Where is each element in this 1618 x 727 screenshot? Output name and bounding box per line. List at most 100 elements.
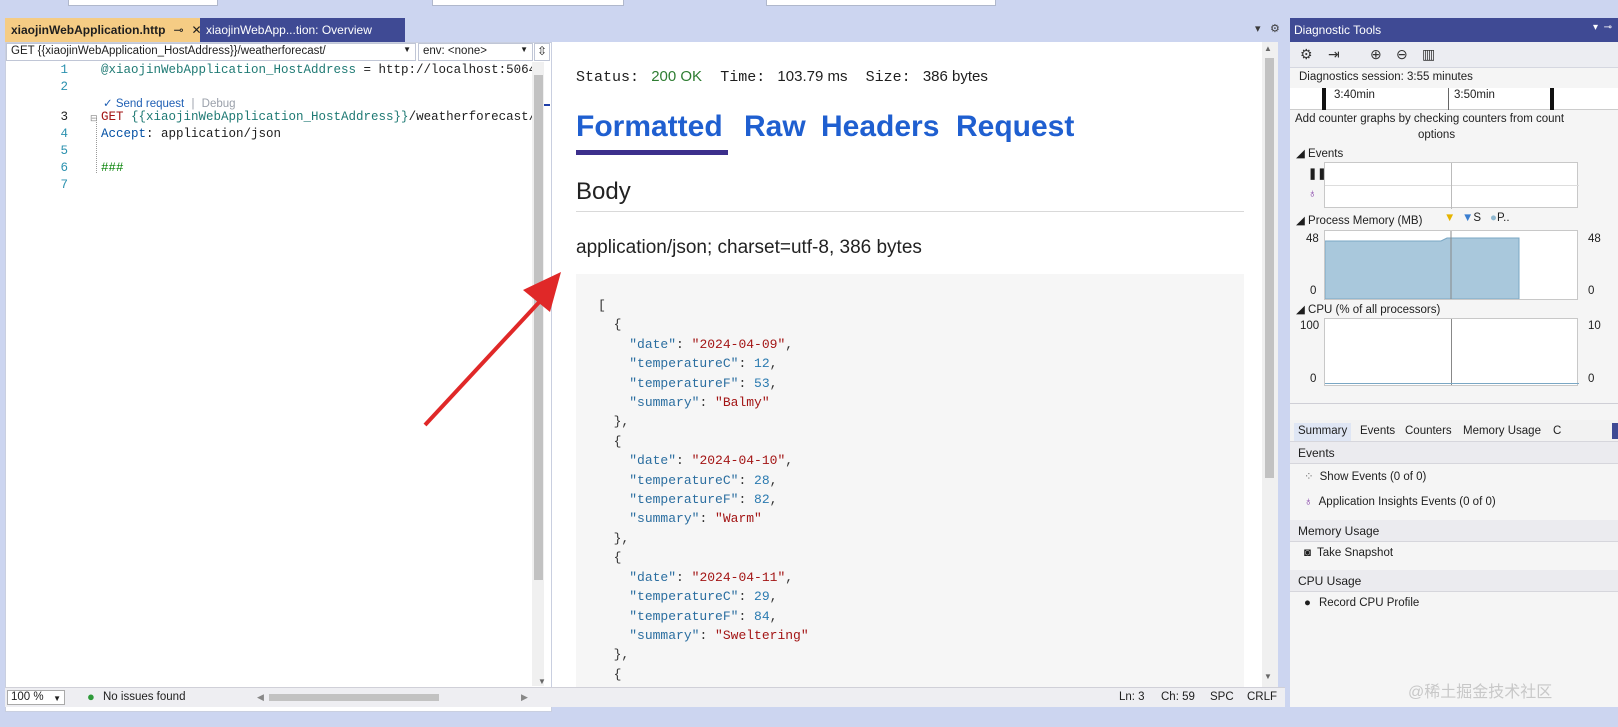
tab-http-file[interactable]: xiaojinWebApplication.http ⊸ ✕ [5, 18, 202, 42]
tab-formatted[interactable]: Formatted [576, 110, 723, 144]
code-line-6[interactable]: ### [101, 161, 124, 175]
tab-events[interactable]: Events [1356, 423, 1399, 441]
session-duration: Diagnostics session: 3:55 minutes [1299, 71, 1473, 83]
zoom-out-icon[interactable]: ⊖ [1396, 46, 1408, 63]
send-request-link[interactable]: Send request [116, 98, 184, 110]
time-tick-label: 3:40min [1334, 89, 1375, 101]
line-number: 4 [60, 127, 68, 141]
snapshot-triangle-icon: ▼ [1462, 212, 1474, 224]
tab-headers[interactable]: Headers [821, 110, 939, 144]
toolbar-search[interactable] [766, 0, 996, 6]
cpu-axis-max: 100 [1300, 320, 1320, 332]
scroll-left-icon[interactable]: ◀ [257, 692, 264, 703]
document-tab-strip: xiaojinWebApplication.http ⊸ ✕ xiaojinWe… [0, 18, 1290, 42]
issues-text[interactable]: No issues found [103, 691, 185, 703]
chevron-down-icon[interactable]: ▾ [1593, 22, 1598, 33]
memory-axis-max: 48 [1306, 233, 1319, 245]
collapse-triangle-icon: ◢ [1296, 215, 1309, 227]
check-icon: ✓ [103, 98, 113, 110]
tab-memory-usage[interactable]: Memory Usage [1459, 423, 1545, 441]
memory-graph[interactable] [1324, 230, 1578, 300]
tab-cpu[interactable]: C [1549, 423, 1565, 441]
scroll-down-icon[interactable]: ▼ [1264, 672, 1272, 681]
cpu-section-label[interactable]: ◢ CPU (% of all processors) [1296, 302, 1440, 316]
graph-gridline [1451, 163, 1452, 209]
tab-raw[interactable]: Raw [744, 110, 806, 144]
camera-icon: ◙ [1304, 547, 1311, 559]
graph-row-divider [1325, 185, 1579, 186]
env-selector-value: env: <none> [423, 45, 487, 57]
bar-chart-icon[interactable]: ▥ [1422, 46, 1435, 63]
insights-bulb-icon: ♁ [1308, 188, 1317, 200]
arrow-shaft [423, 296, 545, 427]
size-label: Size: [865, 69, 911, 86]
add-counter-hint-2: options [1418, 129, 1456, 141]
toolbar-combo[interactable] [68, 0, 218, 6]
line-number: 5 [60, 144, 68, 158]
timeline-ruler[interactable]: 3:40min 3:50min [1290, 88, 1618, 110]
cpu-graph[interactable] [1324, 318, 1579, 386]
preview-scrollbar-thumb[interactable] [1265, 58, 1274, 478]
tab-request[interactable]: Request [956, 110, 1074, 144]
timeline-marker [1322, 88, 1326, 110]
memory-axis-min: 0 [1310, 285, 1317, 297]
tab-summary[interactable]: Summary [1294, 423, 1352, 441]
split-icon[interactable]: ⇳ [534, 43, 550, 61]
events-graph[interactable] [1324, 162, 1579, 209]
take-snapshot-item[interactable]: ◙ Take Snapshot [1304, 547, 1393, 559]
debug-link[interactable]: Debug [202, 98, 236, 110]
show-events-item[interactable]: ⁘ Show Events (0 of 0) [1304, 469, 1426, 483]
codelens: ✓ Send request | Debug [103, 96, 236, 110]
add-counter-hint: Add counter graphs by checking counters … [1295, 113, 1565, 125]
record-cpu-item[interactable]: ● Record CPU Profile [1304, 597, 1419, 609]
chevron-down-icon[interactable]: ▾ [1255, 22, 1261, 35]
code-line-3[interactable]: GET {{xiaojinWebApplication_HostAddress}… [101, 110, 536, 124]
line-ending-indicator[interactable]: CRLF [1247, 691, 1277, 703]
ai-events-item[interactable]: ♁ Application Insights Events (0 of 0) [1304, 496, 1496, 508]
cpu-axis-min: 0 [1310, 373, 1317, 385]
code-line-4[interactable]: Accept: application/json [101, 127, 281, 141]
record-icon: ● [1304, 597, 1311, 609]
tab-overview[interactable]: xiaojinWebApp...tion: Overview [200, 18, 405, 42]
line-indicator: Ln: 3 [1119, 691, 1145, 703]
insights-bulb-icon: ♁ [1304, 496, 1313, 508]
scroll-right-icon[interactable]: ▶ [521, 692, 528, 703]
check-circle-icon: ● [87, 689, 95, 704]
code-line-1[interactable]: @xiaojinWebApplication_HostAddress = htt… [101, 63, 536, 77]
timeline-marker [1550, 88, 1554, 110]
status-value: 200 OK [651, 68, 703, 85]
export-icon[interactable]: ⇥ [1328, 46, 1340, 63]
zoom-selector[interactable]: 100 % ▼ [7, 690, 65, 705]
scroll-up-icon[interactable]: ▲ [1264, 44, 1272, 53]
horizontal-scrollbar-thumb[interactable] [269, 694, 439, 701]
divider [1290, 403, 1618, 404]
gear-icon[interactable]: ⚙ [1270, 22, 1280, 35]
toolbar-combo[interactable] [432, 0, 624, 6]
events-section-label[interactable]: ◢ Events [1296, 146, 1343, 160]
chevron-down-icon: ▼ [403, 45, 411, 54]
scroll-down-icon[interactable]: ▼ [538, 677, 546, 686]
arrow-head [523, 272, 561, 312]
collapse-triangle-icon: ◢ [1296, 304, 1309, 316]
response-status-line: Status: 200 OK Time: 103.79 ms Size: 386… [576, 68, 988, 86]
private-bytes-dot-icon: ● [1490, 212, 1497, 224]
gear-icon[interactable]: ⚙ [1300, 46, 1313, 63]
pin-icon[interactable]: ⊸ [1604, 22, 1612, 33]
cpu-series-line [1325, 383, 1579, 384]
memory-section-label[interactable]: ◢ Process Memory (MB) [1296, 213, 1422, 227]
zoom-in-icon[interactable]: ⊕ [1370, 46, 1382, 63]
tab-overflow-button[interactable] [1612, 423, 1618, 439]
content-type-heading: application/json; charset=utf-8, 386 byt… [576, 237, 922, 258]
watermark: @稀土掘金技术社区 [1408, 684, 1553, 701]
env-selector[interactable]: env: <none> ▼ [418, 43, 533, 61]
chevron-down-icon: ▼ [520, 45, 528, 54]
codelens-separator: | [191, 98, 195, 110]
tab-counters[interactable]: Counters [1401, 423, 1456, 441]
json-body[interactable]: [ { "date": "2024-04-09", "temperatureC"… [598, 296, 809, 687]
whitespace-indicator[interactable]: SPC [1210, 691, 1234, 703]
memory-usage-header: Memory Usage [1290, 520, 1618, 542]
pin-icon[interactable]: ⊸ [173, 23, 183, 37]
chevron-down-icon: ▼ [53, 694, 61, 703]
request-selector[interactable]: GET {{xiaojinWebApplication_HostAddress}… [6, 43, 416, 61]
status-bar: 100 % ▼ ● No issues found ◀ ▶ Ln: 3 Ch: 5… [5, 687, 1285, 707]
